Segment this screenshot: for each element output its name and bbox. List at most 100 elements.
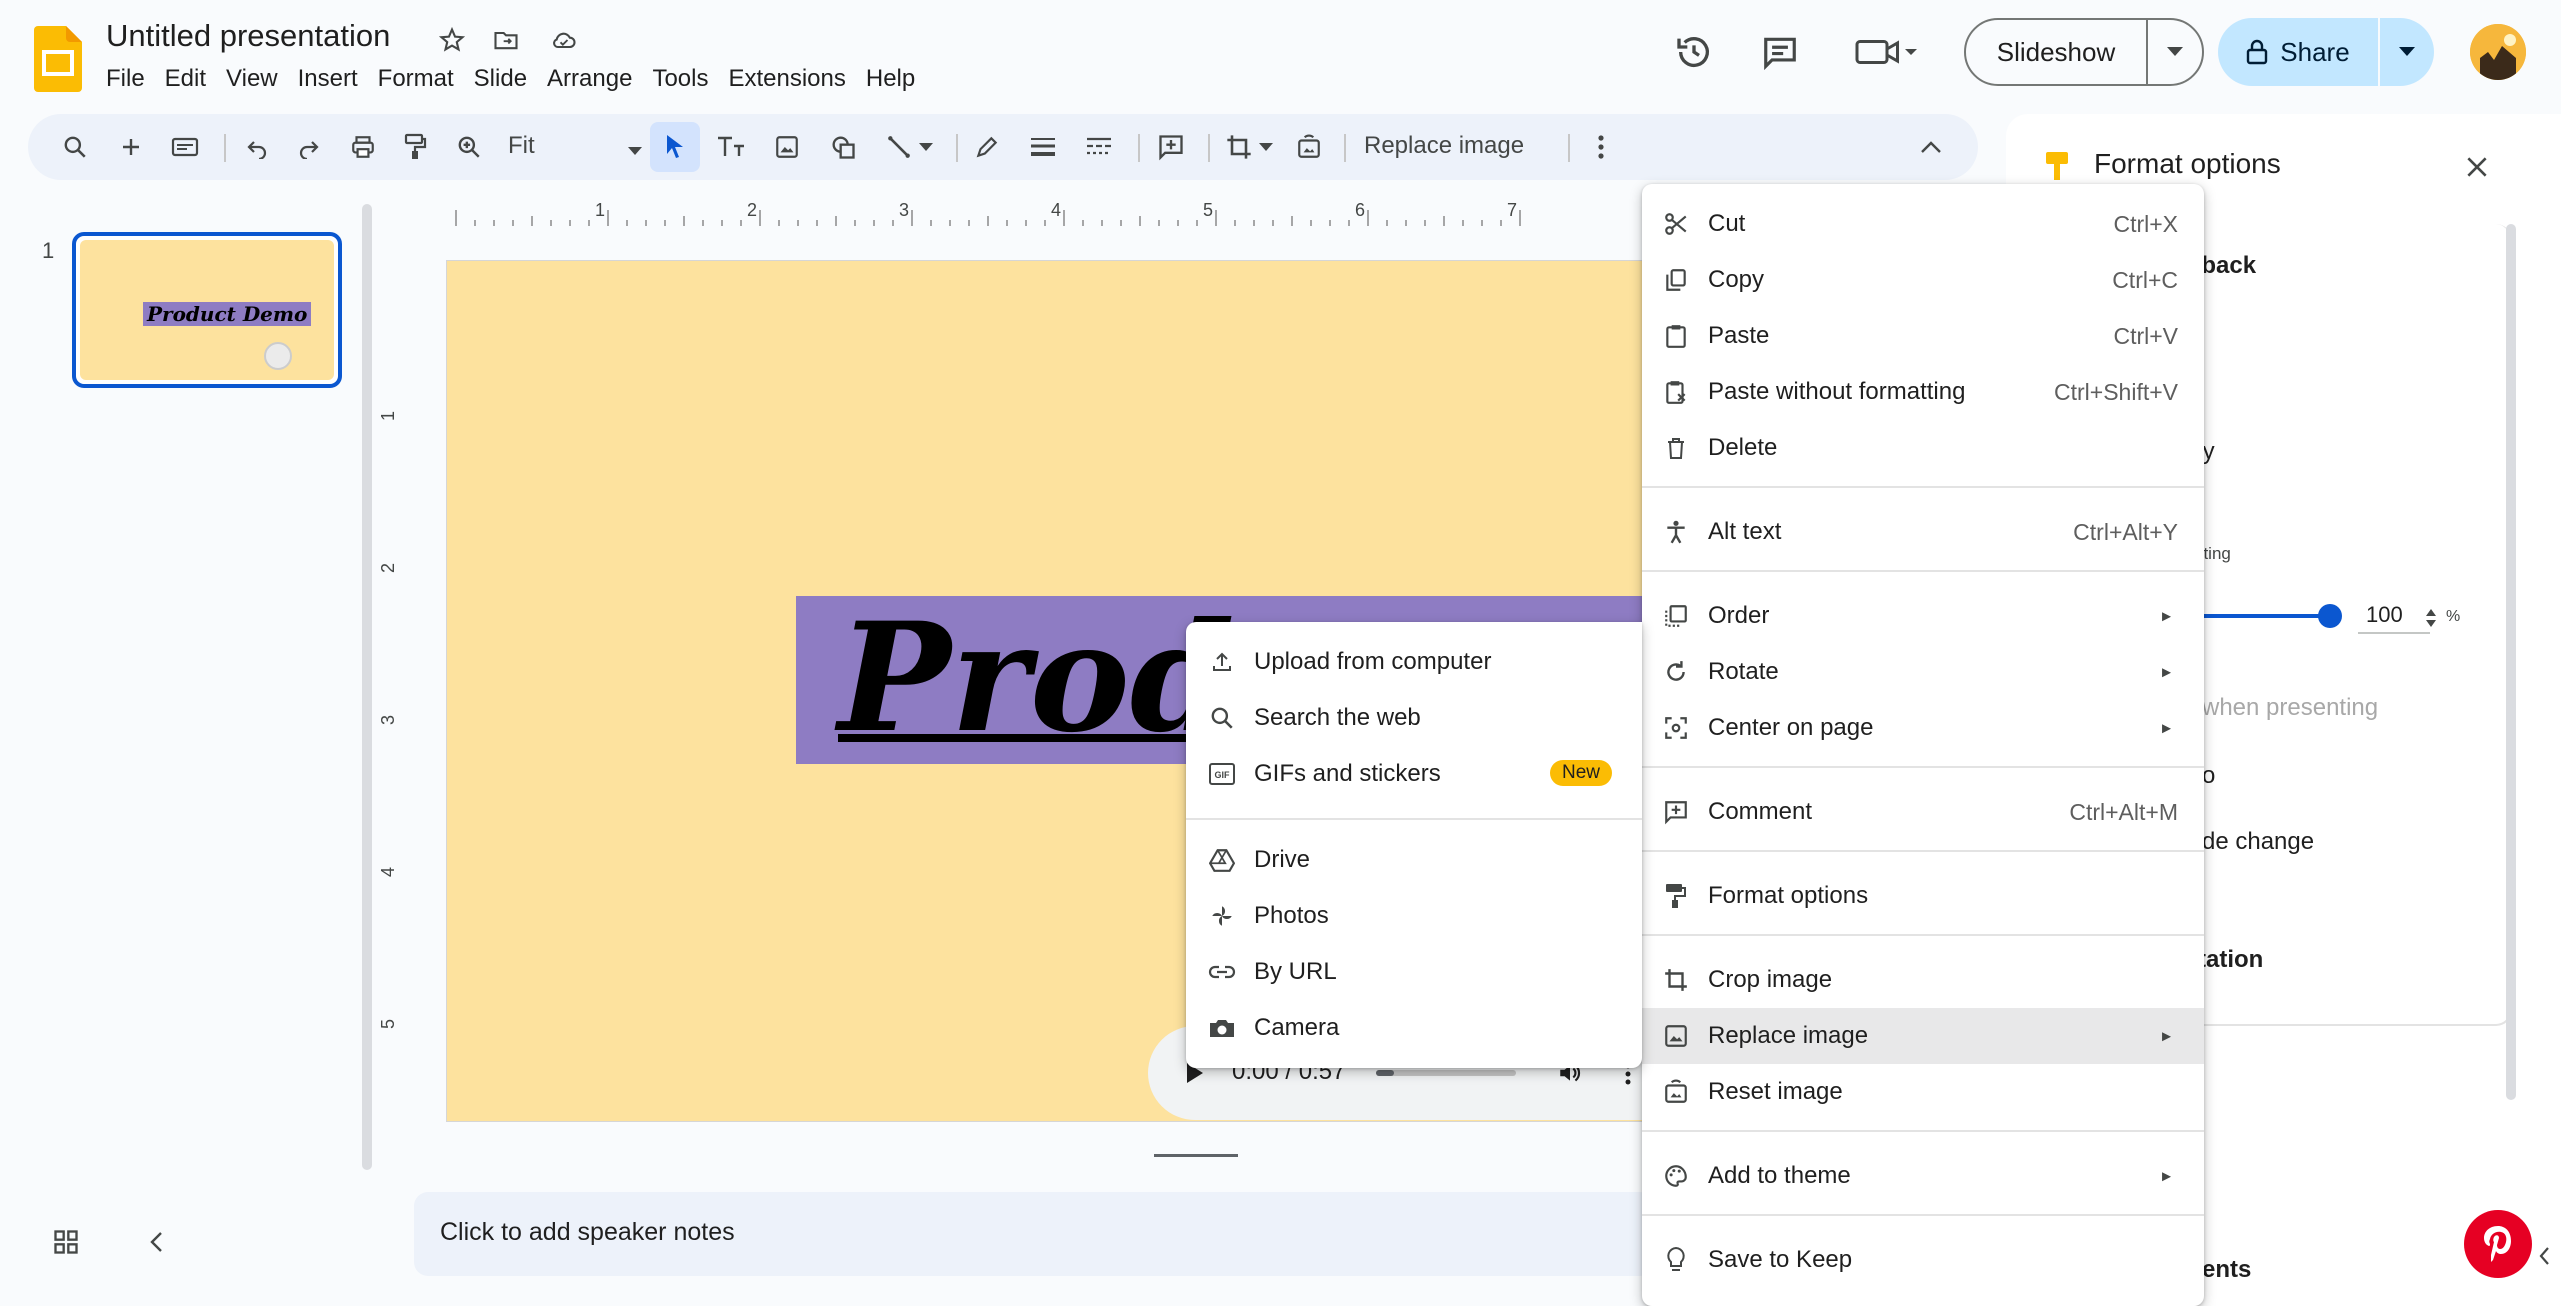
- submenu-item-upload[interactable]: Upload from computer: [1186, 634, 1642, 690]
- submenu-item-photos[interactable]: Photos: [1186, 888, 1642, 944]
- volume-stepper-icon[interactable]: [2424, 606, 2438, 630]
- menu-tools[interactable]: Tools: [642, 64, 718, 94]
- share-button[interactable]: Share: [2218, 18, 2434, 86]
- collapse-filmstrip-icon[interactable]: [136, 1222, 176, 1262]
- trash-icon: [1660, 432, 1692, 464]
- undo-icon[interactable]: [236, 126, 278, 168]
- menu-insert[interactable]: Insert: [288, 64, 368, 94]
- version-history-icon[interactable]: [1672, 30, 1716, 74]
- audio-progress[interactable]: [1376, 1070, 1516, 1076]
- menu-item-format-options[interactable]: Format options: [1642, 868, 2204, 924]
- slideshow-button[interactable]: Slideshow: [1964, 18, 2204, 86]
- zoom-dropdown-icon[interactable]: [628, 142, 642, 160]
- border-color-icon[interactable]: [966, 126, 1008, 168]
- submenu-item-drive[interactable]: Drive: [1186, 832, 1642, 888]
- cloud-saved-icon[interactable]: [546, 22, 582, 58]
- text-box-icon[interactable]: [710, 126, 752, 168]
- pinterest-icon[interactable]: [2464, 1210, 2532, 1278]
- select-tool[interactable]: [650, 122, 700, 172]
- zoom-icon[interactable]: [448, 126, 490, 168]
- menu-extensions[interactable]: Extensions: [718, 64, 855, 94]
- ruler-label: 3: [899, 200, 909, 220]
- meet-icon[interactable]: [1852, 30, 1922, 74]
- border-dash-icon[interactable]: [1078, 126, 1120, 168]
- submenu-item-by-url[interactable]: By URL: [1186, 944, 1642, 1000]
- panel-fragment: tation: [2198, 946, 2264, 973]
- grid-view-icon[interactable]: [46, 1222, 86, 1262]
- submenu-arrow-icon: ►: [2159, 607, 2174, 625]
- reset-image-icon[interactable]: [1288, 126, 1330, 168]
- panel-scrollbar[interactable]: [2506, 224, 2516, 1100]
- replace-image-button[interactable]: Replace image: [1364, 132, 1524, 160]
- redo-icon[interactable]: [288, 126, 330, 168]
- menu-divider: [1642, 570, 2204, 572]
- menu-item-center-on-page[interactable]: Center on page ►: [1642, 700, 2204, 756]
- search-menus-icon[interactable]: [54, 126, 96, 168]
- menu-arrange[interactable]: Arrange: [537, 64, 642, 94]
- slide-thumbnail[interactable]: Product Demo: [72, 232, 342, 388]
- new-slide-icon[interactable]: [110, 126, 152, 168]
- menu-item-copy[interactable]: Copy Ctrl+C: [1642, 252, 2204, 308]
- collapse-toolbar-icon[interactable]: [1910, 126, 1952, 168]
- print-icon[interactable]: [342, 126, 384, 168]
- layout-icon[interactable]: [164, 126, 206, 168]
- paint-format-icon[interactable]: [394, 126, 436, 168]
- submenu-item-gifs[interactable]: GIF GIFs and stickers New: [1186, 746, 1642, 802]
- close-icon[interactable]: [2464, 154, 2490, 180]
- submenu-item-label: Photos: [1254, 902, 1329, 929]
- menu-item-shortcut: Ctrl+Alt+Y: [2073, 518, 2178, 545]
- document-title[interactable]: Untitled presentation: [106, 18, 390, 54]
- slideshow-dropdown-icon[interactable]: [2148, 47, 2202, 57]
- submenu-item-camera[interactable]: Camera: [1186, 1000, 1642, 1056]
- share-dropdown-icon[interactable]: [2380, 47, 2434, 57]
- shape-icon[interactable]: [822, 126, 864, 168]
- menu-item-add-to-theme[interactable]: Add to theme ►: [1642, 1148, 2204, 1204]
- add-comment-icon[interactable]: [1150, 126, 1192, 168]
- line-dropdown-icon[interactable]: [914, 126, 938, 168]
- context-menu: Cut Ctrl+X Copy Ctrl+C Paste Ctrl+V Past…: [1642, 184, 2204, 1306]
- menu-item-comment[interactable]: Comment Ctrl+Alt+M: [1642, 784, 2204, 840]
- menu-item-delete[interactable]: Delete: [1642, 420, 2204, 476]
- more-vert-icon[interactable]: [1580, 126, 1622, 168]
- volume-slider[interactable]: [2202, 614, 2328, 618]
- volume-input[interactable]: 100: [2358, 602, 2430, 634]
- move-folder-icon[interactable]: [488, 22, 524, 58]
- insert-image-icon[interactable]: [766, 126, 808, 168]
- menu-item-save-to-keep[interactable]: Save to Keep: [1642, 1232, 2204, 1288]
- menu-item-alt-text[interactable]: Alt text Ctrl+Alt+Y: [1642, 504, 2204, 560]
- menu-slide[interactable]: Slide: [464, 64, 537, 94]
- crop-dropdown-icon[interactable]: [1254, 126, 1278, 168]
- star-icon[interactable]: [434, 22, 470, 58]
- menu-file[interactable]: File: [96, 64, 155, 94]
- notes-resize-handle[interactable]: [1154, 1154, 1238, 1157]
- expand-side-panel-icon[interactable]: [2528, 1240, 2560, 1272]
- slides-logo[interactable]: [34, 26, 82, 92]
- share-main[interactable]: Share: [2218, 37, 2378, 68]
- submenu-item-label: By URL: [1254, 958, 1337, 985]
- ruler-label: 2: [747, 200, 757, 220]
- speaker-notes[interactable]: Click to add speaker notes: [414, 1192, 1654, 1276]
- menu-item-label: Paste: [1708, 322, 1770, 349]
- volume-slider-knob[interactable]: [2318, 604, 2342, 628]
- filmstrip-scrollbar[interactable]: [362, 204, 372, 1170]
- submenu-item-search-web[interactable]: Search the web: [1186, 690, 1642, 746]
- comment-add-icon: [1660, 796, 1692, 828]
- menu-item-paste-without-formatting[interactable]: Paste without formatting Ctrl+Shift+V: [1642, 364, 2204, 420]
- menu-item-paste[interactable]: Paste Ctrl+V: [1642, 308, 2204, 364]
- menu-format[interactable]: Format: [368, 64, 464, 94]
- comments-icon[interactable]: [1758, 30, 1802, 74]
- menu-help[interactable]: Help: [856, 64, 925, 94]
- menu-item-rotate[interactable]: Rotate ►: [1642, 644, 2204, 700]
- menu-item-crop-image[interactable]: Crop image: [1642, 952, 2204, 1008]
- menu-edit[interactable]: Edit: [155, 64, 216, 94]
- menu-item-order[interactable]: Order ►: [1642, 588, 2204, 644]
- avatar[interactable]: [2470, 24, 2526, 80]
- border-weight-icon[interactable]: [1022, 126, 1064, 168]
- menu-view[interactable]: View: [216, 64, 288, 94]
- zoom-select[interactable]: Fit: [508, 132, 535, 160]
- menu-item-reset-image[interactable]: Reset image: [1642, 1064, 2204, 1120]
- toolbar: Fit Replace image: [28, 114, 1978, 180]
- menu-item-replace-image[interactable]: Replace image ►: [1642, 1008, 2204, 1064]
- slide-number: 1: [42, 238, 55, 263]
- menu-item-cut[interactable]: Cut Ctrl+X: [1642, 196, 2204, 252]
